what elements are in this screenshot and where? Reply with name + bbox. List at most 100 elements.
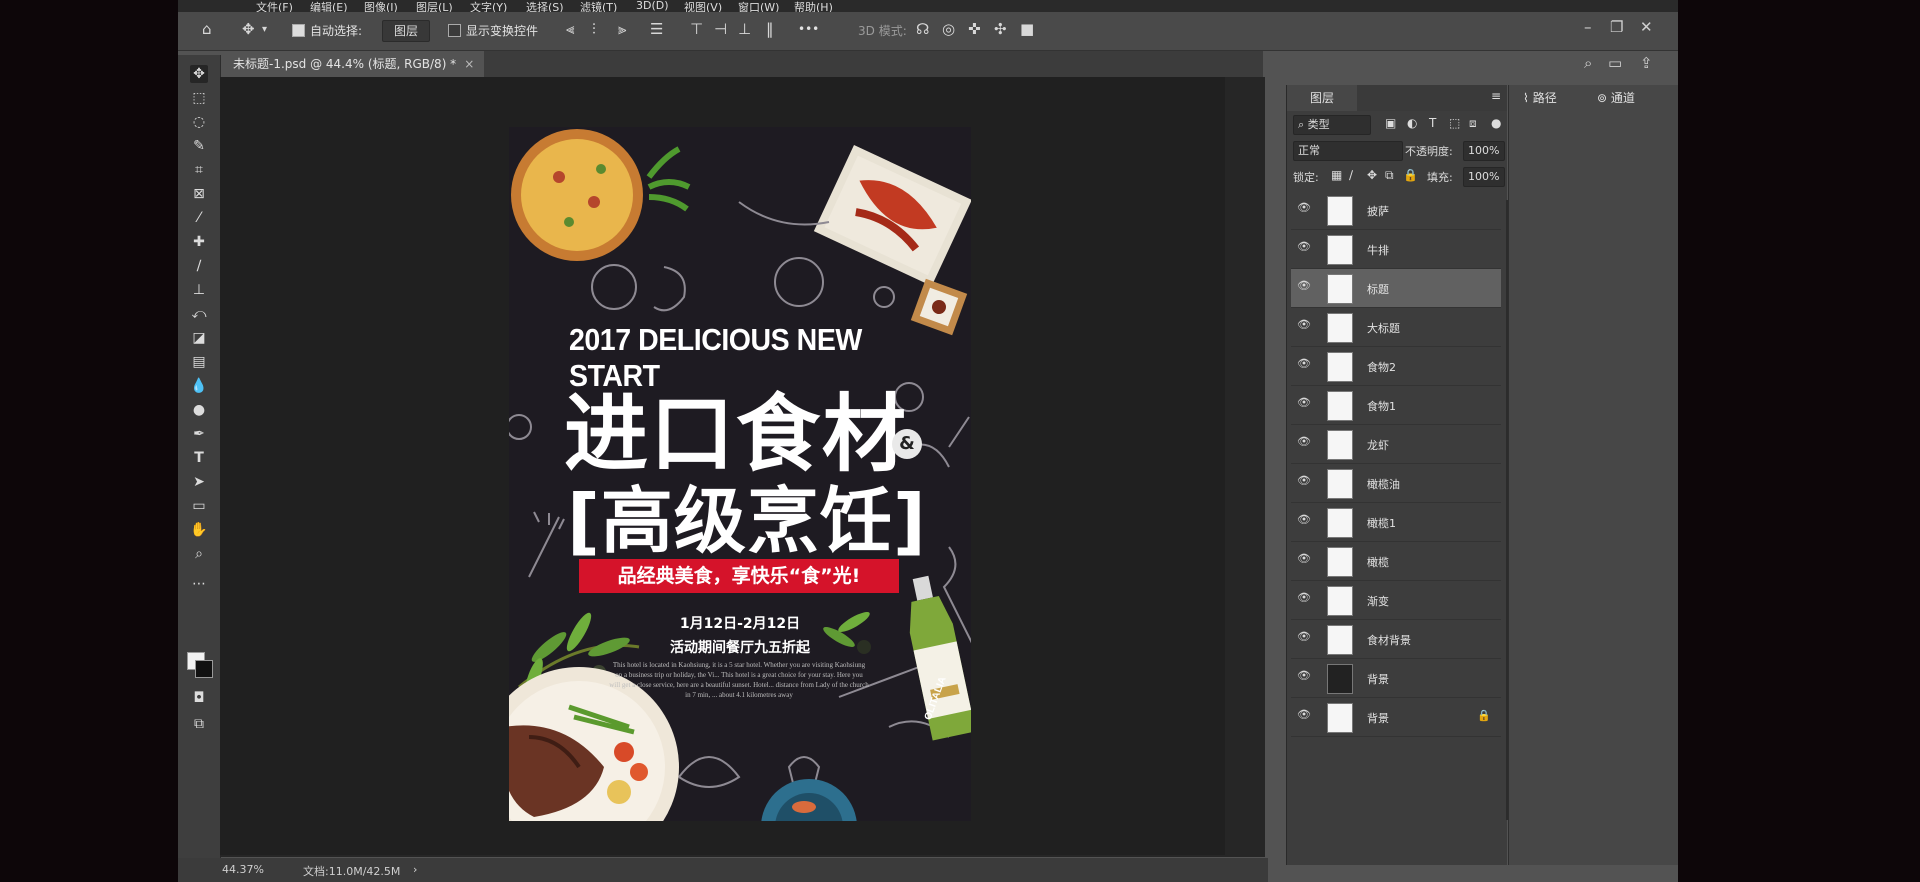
quick-select-tool-icon[interactable]: ✎ (190, 137, 208, 155)
search-icon[interactable]: ⌕ (1584, 54, 1592, 72)
visibility-eye-icon[interactable]: 👁 (1297, 240, 1311, 254)
visibility-eye-icon[interactable]: 👁 (1297, 474, 1311, 488)
share-icon[interactable]: ⇪ (1640, 54, 1653, 72)
visibility-eye-icon[interactable]: 👁 (1297, 513, 1311, 527)
layer-row[interactable]: 👁 橄榄油 (1291, 464, 1501, 503)
layer-row[interactable]: 👁 食物2 (1291, 347, 1501, 386)
camera-3d-icon[interactable]: ■ (1020, 20, 1034, 38)
canvas-workspace[interactable]: 2017 DELICIOUS NEW START 进口食材 & [高级烹饪] 品… (220, 77, 1265, 857)
align-bottom-icon[interactable]: ⊥ (738, 20, 751, 38)
document-tab[interactable]: 未标题-1.psd @ 44.4% (标题, RGB/8) * × (223, 51, 485, 77)
lock-artboard-icon[interactable]: ⧉ (1385, 168, 1394, 183)
distribute-icon[interactable]: ☰ (650, 20, 663, 38)
align-center-icon[interactable]: ⫶ (592, 20, 596, 38)
layer-row[interactable]: 👁 橄榄1 (1291, 503, 1501, 542)
blur-tool-icon[interactable]: 💧 (190, 377, 208, 395)
layer-row[interactable]: 👁 大标题 (1291, 308, 1501, 347)
panel-menu-icon[interactable]: ≡ (1491, 89, 1501, 103)
home-icon[interactable]: ⌂ (202, 20, 212, 38)
screen-mode-icon[interactable]: ⧉ (190, 715, 208, 733)
layer-row[interactable]: 👁 标题 (1291, 269, 1501, 308)
tab-channels[interactable]: ⊚ 通道 (1597, 85, 1635, 111)
lock-pixels-icon[interactable]: ∕ (1349, 168, 1353, 182)
restore-icon[interactable]: ❐ (1610, 18, 1623, 36)
blend-mode-dropdown[interactable]: 正常 (1293, 141, 1403, 161)
zoom-level[interactable]: 44.37% (222, 863, 264, 876)
pan-3d-icon[interactable]: ✜ (968, 20, 981, 38)
visibility-eye-icon[interactable]: 👁 (1297, 552, 1311, 566)
smart-object-filter-icon[interactable]: ⧈ (1469, 116, 1477, 131)
minimize-icon[interactable]: – (1584, 18, 1592, 36)
layer-row[interactable]: 👁 背景 🔒 (1291, 698, 1501, 737)
workspace-icon[interactable]: ▭ (1608, 54, 1622, 72)
status-arrow-icon[interactable]: › (413, 863, 417, 876)
quick-mask-icon[interactable]: ◘ (190, 689, 208, 707)
visibility-eye-icon[interactable]: 👁 (1297, 630, 1311, 644)
shape-filter-icon[interactable]: ⬚ (1449, 116, 1460, 130)
layer-row[interactable]: 👁 食物1 (1291, 386, 1501, 425)
roll-3d-icon[interactable]: ◎ (942, 20, 955, 38)
move-tool-icon[interactable]: ✥ (190, 65, 208, 83)
close-tab-icon[interactable]: × (464, 57, 474, 71)
layer-row[interactable]: 👁 橄榄 (1291, 542, 1501, 581)
frame-tool-icon[interactable]: ⊠ (190, 185, 208, 203)
path-select-tool-icon[interactable]: ➤ (190, 473, 208, 491)
healing-brush-tool-icon[interactable]: ✚ (190, 233, 208, 251)
stamp-tool-icon[interactable]: ⊥ (190, 281, 208, 299)
visibility-eye-icon[interactable]: 👁 (1297, 318, 1311, 332)
zoom-tool-icon[interactable]: ⌕ (190, 545, 208, 563)
eraser-tool-icon[interactable]: ◪ (190, 329, 208, 347)
visibility-eye-icon[interactable]: 👁 (1297, 279, 1311, 293)
visibility-eye-icon[interactable]: 👁 (1297, 669, 1311, 683)
history-brush-tool-icon[interactable]: ⤺ (190, 305, 208, 323)
layer-filter-dropdown[interactable]: ⌕ 类型 (1293, 115, 1371, 135)
filter-toggle-icon[interactable]: ● (1491, 116, 1501, 130)
adjustment-filter-icon[interactable]: ◐ (1407, 116, 1417, 130)
layer-row[interactable]: 👁 食材背景 (1291, 620, 1501, 659)
pen-tool-icon[interactable]: ✒ (190, 425, 208, 443)
layer-row[interactable]: 👁 披萨 (1291, 191, 1501, 230)
poster-canvas[interactable]: 2017 DELICIOUS NEW START 进口食材 & [高级烹饪] 品… (509, 127, 971, 821)
align-middle-icon[interactable]: ⊣ (714, 20, 727, 38)
layer-row[interactable]: 👁 牛排 (1291, 230, 1501, 269)
distribute-vertical-icon[interactable]: ‖ (766, 20, 774, 38)
slide-3d-icon[interactable]: ✣ (994, 20, 1007, 38)
align-right-icon[interactable]: ⫸ (618, 20, 626, 38)
dodge-tool-icon[interactable]: ● (190, 401, 208, 419)
gradient-tool-icon[interactable]: ▤ (190, 353, 208, 371)
more-options-button[interactable]: ••• (798, 22, 819, 36)
fill-input[interactable]: 100% (1463, 167, 1505, 187)
auto-select-dropdown[interactable]: 图层 (382, 20, 430, 42)
type-filter-icon[interactable]: T (1429, 116, 1436, 130)
auto-select-checkbox[interactable] (292, 24, 305, 37)
lock-position-icon[interactable]: ✥ (1367, 168, 1377, 182)
tab-paths[interactable]: ⌇ 路径 (1523, 85, 1557, 111)
hand-tool-icon[interactable]: ✋ (190, 521, 208, 539)
lock-transparent-icon[interactable]: ▦ (1331, 168, 1342, 182)
orbit-3d-icon[interactable]: ☊ (916, 20, 929, 38)
edit-toolbar-icon[interactable]: ⋯ (190, 575, 208, 593)
show-transform-checkbox[interactable] (448, 24, 461, 37)
visibility-eye-icon[interactable]: 👁 (1297, 435, 1311, 449)
crop-tool-icon[interactable]: ⌗ (190, 161, 208, 179)
lock-all-icon[interactable]: 🔒 (1403, 168, 1418, 182)
opacity-input[interactable]: 100% (1463, 141, 1505, 161)
align-top-icon[interactable]: ⊤ (690, 20, 703, 38)
type-tool-icon[interactable]: T (190, 449, 208, 467)
visibility-eye-icon[interactable]: 👁 (1297, 201, 1311, 215)
pixel-filter-icon[interactable]: ▣ (1385, 116, 1396, 130)
menu-3d[interactable]: 3D(D) (636, 0, 669, 12)
document-area[interactable]: 2017 DELICIOUS NEW START 进口食材 & [高级烹饪] 品… (220, 77, 1225, 855)
lasso-tool-icon[interactable]: ◌ (190, 113, 208, 131)
chevron-down-icon[interactable]: ▾ (262, 24, 267, 35)
rectangle-tool-icon[interactable]: ▭ (190, 497, 208, 515)
move-tool-icon[interactable]: ✥ (242, 20, 255, 38)
layer-row[interactable]: 👁 渐变 (1291, 581, 1501, 620)
eyedropper-tool-icon[interactable]: ⁄ (190, 209, 208, 227)
tab-layers[interactable]: 图层 (1287, 85, 1357, 111)
layer-row[interactable]: 👁 龙虾 (1291, 425, 1501, 464)
layer-row[interactable]: 👁 背景 (1291, 659, 1501, 698)
marquee-tool-icon[interactable]: ⬚ (190, 89, 208, 107)
brush-tool-icon[interactable]: ∕ (190, 257, 208, 275)
visibility-eye-icon[interactable]: 👁 (1297, 396, 1311, 410)
